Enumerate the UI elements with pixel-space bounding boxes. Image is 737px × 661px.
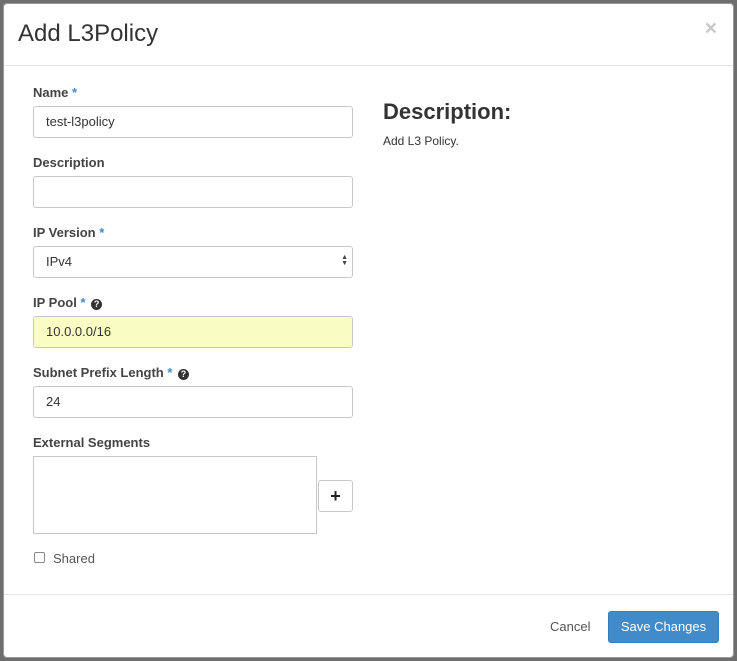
external-segments-group: External Segments + [33, 434, 353, 534]
name-label-text: Name [33, 85, 69, 100]
help-icon[interactable]: ? [178, 369, 190, 380]
subnet-prefix-length-label: Subnet Prefix Length * ? [33, 364, 353, 382]
modal-header: Add L3Policy × [4, 4, 733, 66]
ip-version-group: IP Version * IPv4 ▲ ▼ [33, 224, 353, 278]
ip-pool-label-text: IP Pool [33, 295, 77, 310]
ip-pool-label: IP Pool * ? [33, 294, 353, 312]
required-mark: * [72, 85, 78, 100]
add-external-segment-button[interactable]: + [318, 480, 353, 512]
select-arrows-icon: ▲ ▼ [341, 254, 348, 267]
ip-version-select[interactable]: IPv4 ▲ ▼ [33, 246, 353, 278]
required-mark: * [167, 365, 173, 380]
subnet-prefix-length-group: Subnet Prefix Length * ? 24 [33, 364, 353, 418]
required-mark: * [99, 225, 105, 240]
ip-version-selected-value: IPv4 [46, 254, 73, 269]
subnet-prefix-length-label-text: Subnet Prefix Length [33, 365, 164, 380]
add-l3policy-modal: Add L3Policy × Name * test-l3policy Desc… [3, 3, 734, 658]
save-changes-button[interactable]: Save Changes [608, 611, 719, 643]
ip-pool-group: IP Pool * ? 10.0.0.0/16 [33, 294, 353, 348]
shared-label[interactable]: Shared [53, 550, 95, 568]
help-icon[interactable]: ? [91, 299, 103, 310]
help-panel-text: Add L3 Policy. [383, 134, 459, 148]
required-mark: * [80, 295, 86, 310]
external-segments-list[interactable] [33, 456, 317, 534]
description-input[interactable] [33, 176, 353, 208]
help-panel: Description: Add L3 Policy. [383, 98, 713, 148]
name-label: Name * [33, 84, 353, 102]
subnet-prefix-length-input[interactable]: 24 [33, 386, 353, 418]
name-input[interactable]: test-l3policy [33, 106, 353, 138]
ip-version-label-text: IP Version [33, 225, 96, 240]
description-label: Description [33, 155, 105, 170]
close-icon[interactable]: × [705, 18, 717, 39]
description-group: Description [33, 154, 353, 208]
ip-pool-input[interactable]: 10.0.0.0/16 [33, 316, 353, 348]
modal-footer: Cancel Save Changes [4, 594, 733, 657]
ip-version-label: IP Version * [33, 224, 353, 242]
cancel-button[interactable]: Cancel [550, 619, 590, 634]
external-segments-label: External Segments [33, 435, 151, 450]
modal-title: Add L3Policy [18, 20, 159, 47]
help-panel-heading: Description: [383, 99, 512, 124]
name-group: Name * test-l3policy [33, 84, 353, 138]
shared-checkbox[interactable] [34, 552, 45, 563]
